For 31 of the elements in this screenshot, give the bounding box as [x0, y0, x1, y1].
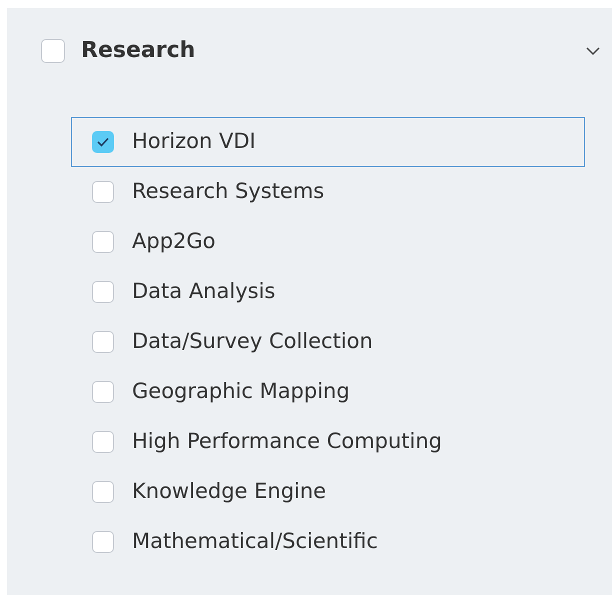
checkbox[interactable] [92, 531, 114, 553]
option-row[interactable]: Data Analysis [71, 267, 585, 317]
checkbox[interactable] [92, 431, 114, 453]
option-row[interactable]: High Performance Computing [71, 417, 585, 467]
chevron-icon[interactable] [586, 46, 600, 56]
checkbox[interactable] [41, 39, 65, 63]
option-label: Data/Survey Collection [132, 328, 373, 356]
checkbox[interactable] [92, 181, 114, 203]
option-label: Horizon VDI [132, 128, 256, 156]
option-row[interactable]: Data/Survey Collection [71, 317, 585, 367]
option-label: Knowledge Engine [132, 478, 326, 506]
option-row[interactable]: Horizon VDI [71, 117, 585, 167]
option-label: High Performance Computing [132, 428, 442, 456]
option-row[interactable]: Mathematical/Scientific [71, 517, 585, 567]
option-row[interactable]: Geographic Mapping [71, 367, 585, 417]
checkbox[interactable] [92, 331, 114, 353]
group-label: Research [81, 37, 196, 65]
option-label: Mathematical/Scientific [132, 528, 378, 556]
check-icon [97, 137, 109, 147]
checkbox[interactable] [92, 481, 114, 503]
checkbox[interactable] [92, 131, 114, 153]
option-row[interactable]: Knowledge Engine [71, 467, 585, 517]
option-row[interactable]: Research Systems [71, 167, 585, 217]
checkbox[interactable] [92, 381, 114, 403]
option-label: Geographic Mapping [132, 378, 350, 406]
checkbox[interactable] [92, 231, 114, 253]
option-label: Data Analysis [132, 278, 276, 306]
option-label: App2Go [132, 228, 216, 256]
checkbox[interactable] [92, 281, 114, 303]
option-label: Research Systems [132, 178, 324, 206]
option-row[interactable]: App2Go [71, 217, 585, 267]
